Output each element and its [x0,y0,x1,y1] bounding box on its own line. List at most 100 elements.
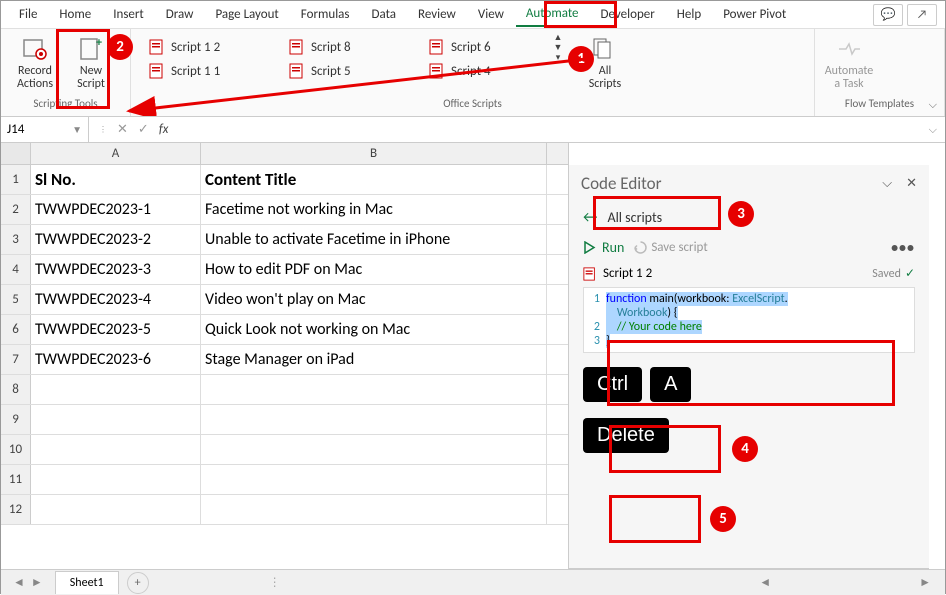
menu-formulas[interactable]: Formulas [291,3,360,26]
cell[interactable] [31,495,201,524]
callout-3: 3 [728,201,754,227]
automate-task-button[interactable]: Automate a Task [823,33,875,93]
callout-5: 5 [710,506,736,532]
script-item[interactable]: Script 1 2 [143,37,263,57]
menu-help[interactable]: Help [667,3,711,26]
menu-review[interactable]: Review [408,3,466,26]
cell[interactable] [201,435,547,464]
row-header[interactable]: 12 [1,495,31,524]
script-item[interactable]: Script 1 1 [143,61,263,81]
formula-input[interactable] [178,117,920,142]
callout-box-new-script [56,29,110,109]
cell[interactable] [31,435,201,464]
formula-dropdown-icon[interactable]: ⋮ [99,125,107,135]
callout-4: 4 [732,436,758,462]
cell[interactable] [201,405,547,434]
ribbon-collapse-icon[interactable]: ⌵ [929,98,937,112]
script-item[interactable]: Script 4 [423,61,543,81]
group-office-scripts: Office Scripts [139,95,806,112]
scroll-right-icon[interactable]: ► [915,575,935,590]
menu-insert[interactable]: Insert [103,3,154,26]
row-header[interactable]: 11 [1,465,31,494]
menu-power-pivot[interactable]: Power Pivot [713,3,796,26]
saved-status: Saved ✓ [872,266,915,281]
fx-label[interactable]: fx [159,122,169,137]
comments-icon[interactable]: 💬 [873,4,903,26]
name-box[interactable]: ▼ [1,117,89,142]
ribbon: Record Actions + New Script Scripting To… [1,29,945,117]
chevron-down-icon[interactable]: ▼ [72,123,82,136]
all-scripts-label: All Scripts [585,65,625,91]
next-sheet-icon[interactable]: ► [31,575,43,590]
prev-sheet-icon[interactable]: ◄ [13,575,25,590]
row-header[interactable]: 4 [1,255,31,284]
cell[interactable]: TWWPDEC2023-4 [31,285,201,314]
row-header[interactable]: 5 [1,285,31,314]
column-header-b[interactable]: B [201,143,547,164]
script-name[interactable]: Script 1 2 [603,266,652,281]
callout-box-code [607,340,895,406]
menu-home[interactable]: Home [49,3,101,26]
cell[interactable]: Content Title [201,165,547,194]
accept-icon[interactable]: ✓ [138,122,149,137]
row-header[interactable]: 7 [1,345,31,374]
spreadsheet-grid[interactable]: A B 1Sl No.Content Title 2TWWPDEC2023-1Fa… [1,143,569,569]
sheet-tab[interactable]: Sheet1 [55,571,119,594]
cell[interactable]: Stage Manager on iPad [201,345,547,374]
row-header[interactable]: 1 [1,165,31,194]
menu-data[interactable]: Data [362,3,407,26]
sheet-tabs: ◄ ► Sheet1 + ⋮ ◄ ► [1,569,945,595]
menu-file[interactable]: File [9,3,47,26]
cell[interactable]: TWWPDEC2023-3 [31,255,201,284]
save-script-button[interactable]: Save script [634,240,707,255]
cell[interactable]: Sl No. [31,165,201,194]
row-header[interactable]: 10 [1,435,31,464]
cell[interactable] [31,465,201,494]
row-header[interactable]: 9 [1,405,31,434]
menu-bar: File Home Insert Draw Page Layout Formul… [1,1,945,29]
row-header[interactable]: 6 [1,315,31,344]
cell[interactable]: Quick Look not working on Mac [201,315,547,344]
collapse-icon[interactable]: ⌵ [882,176,892,191]
row-header[interactable]: 8 [1,375,31,404]
row-header[interactable]: 3 [1,225,31,254]
menu-page-layout[interactable]: Page Layout [205,3,288,26]
record-actions-button[interactable]: Record Actions [9,33,61,93]
cell[interactable]: Unable to activate Facetime in iPhone [201,225,547,254]
cell-reference-input[interactable] [7,122,67,137]
cell[interactable]: TWWPDEC2023-5 [31,315,201,344]
column-header-a[interactable]: A [31,143,201,164]
cell[interactable] [31,405,201,434]
callout-box-automate [544,1,617,28]
row-header[interactable]: 2 [1,195,31,224]
select-all-corner[interactable] [1,143,31,164]
cell[interactable]: TWWPDEC2023-2 [31,225,201,254]
cell[interactable]: Video won't play on Mac [201,285,547,314]
cell[interactable] [201,375,547,404]
menu-draw[interactable]: Draw [156,3,204,26]
callout-2: 2 [107,34,133,60]
menu-view[interactable]: View [468,3,514,26]
cell[interactable]: TWWPDEC2023-1 [31,195,201,224]
cell[interactable]: How to edit PDF on Mac [201,255,547,284]
scroll-left-icon[interactable]: ◄ [755,575,775,590]
cell[interactable]: TWWPDEC2023-6 [31,345,201,374]
run-button[interactable]: Run [583,239,624,256]
code-editor-title: Code Editor [581,173,662,194]
cell[interactable]: Facetime not working in Mac [201,195,547,224]
script-item[interactable]: Script 6 [423,37,543,57]
close-icon[interactable]: ✕ [906,176,917,191]
more-options-icon[interactable]: ••• [891,239,915,256]
add-sheet-button[interactable]: + [127,572,149,594]
script-item[interactable]: Script 8 [283,37,403,57]
cell[interactable] [31,375,201,404]
callout-box-key-delete [609,495,701,543]
script-gallery-scroll[interactable]: ▲ ▼ ▾ [551,33,565,63]
script-item[interactable]: Script 5 [283,61,403,81]
cancel-icon[interactable]: ✕ [117,122,128,137]
cell[interactable] [201,495,547,524]
formula-buttons: ⋮ ✕ ✓ fx [89,122,178,137]
expand-formula-icon[interactable]: ⌵ [921,123,945,137]
cell[interactable] [201,465,547,494]
share-icon[interactable]: ↗ [907,4,937,26]
